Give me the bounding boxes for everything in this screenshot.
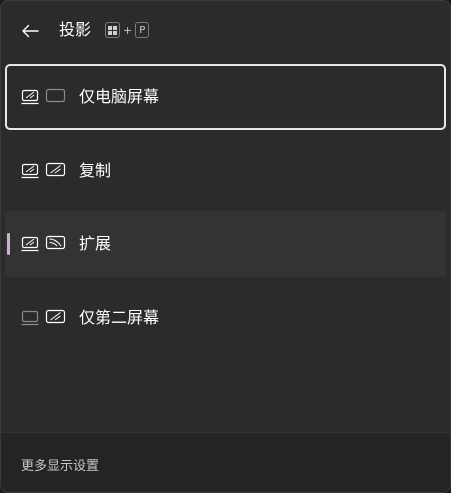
duplicate-icon	[21, 162, 66, 179]
option-pc-screen-only[interactable]: 仅电脑屏幕	[5, 64, 446, 130]
back-arrow-icon	[22, 24, 39, 38]
option-second-screen-only[interactable]: 仅第二屏幕	[5, 285, 446, 351]
back-button[interactable]	[13, 15, 47, 47]
option-label: 仅电脑屏幕	[79, 87, 160, 106]
option-duplicate[interactable]: 复制	[5, 138, 446, 204]
p-key: P	[135, 22, 150, 38]
second-screen-only-icon	[21, 309, 66, 326]
shortcut-plus: +	[123, 23, 133, 37]
pc-screen-only-icon	[21, 88, 66, 105]
flyout-header: 投影 + P	[1, 1, 450, 61]
project-flyout: 投影 + P 仅电脑屏幕 复制 扩展 仅第二屏幕 更多显示设置	[0, 0, 451, 493]
option-label: 仅第二屏幕	[79, 308, 160, 327]
option-label: 复制	[79, 161, 112, 180]
option-label: 扩展	[79, 234, 112, 253]
extend-icon	[21, 235, 66, 252]
more-display-settings-link[interactable]: 更多显示设置	[21, 455, 99, 474]
windows-logo-icon	[108, 25, 117, 35]
page-title: 投影	[59, 20, 92, 39]
flyout-footer: 更多显示设置	[1, 432, 450, 492]
keyboard-shortcut-hint: + P	[105, 22, 150, 38]
selection-indicator	[7, 233, 10, 255]
option-extend[interactable]: 扩展	[5, 211, 446, 277]
windows-key	[105, 22, 120, 38]
